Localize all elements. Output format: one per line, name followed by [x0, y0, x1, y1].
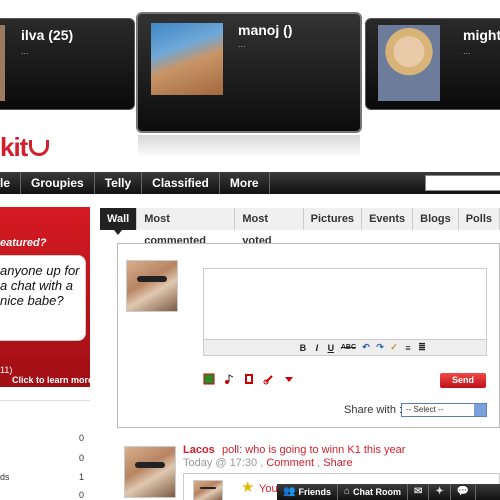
user-avatar: [126, 260, 178, 312]
active-tab-caret-icon: [114, 230, 122, 235]
chat-room-button[interactable]: ⌂ Chat Room: [338, 484, 409, 500]
profile-name: ilva (25): [21, 27, 74, 43]
italic-button[interactable]: I: [313, 343, 321, 353]
profile-name: manoj (): [238, 22, 293, 38]
tab-polls[interactable]: Polls: [458, 208, 500, 230]
profile-name: mighty: [463, 27, 500, 43]
nav-item-classified[interactable]: Classified: [142, 172, 220, 194]
tab-most-commented[interactable]: Most commented: [137, 208, 236, 247]
search-input[interactable]: [425, 175, 500, 191]
promo-title: eatured?: [0, 237, 47, 249]
chat-bar: 👥 Friends ⌂ Chat Room ✉ ✦ 💬: [277, 484, 500, 500]
share-with-label: Share with :: [344, 404, 403, 416]
learn-more-link[interactable]: Click to learn more: [12, 375, 93, 385]
post-editor[interactable]: [203, 268, 487, 340]
star-icon: ★: [241, 479, 255, 496]
home-icon: ⌂: [343, 486, 351, 497]
mail-icon: ✉: [414, 486, 423, 497]
content-tabs: Wall Most commented Most voted Pictures …: [100, 208, 500, 247]
site-logo[interactable]: kit: [0, 132, 50, 163]
stats-list: 0 0 ds 1 0: [0, 400, 90, 500]
stat-label: ds: [0, 472, 10, 482]
post-author[interactable]: Lacos: [183, 444, 215, 456]
stat-count: 0: [78, 433, 84, 443]
profile-photo: [151, 23, 223, 95]
strikethrough-button[interactable]: ABC: [341, 344, 356, 351]
attachment-row: [203, 373, 295, 385]
card-reflection: [138, 135, 360, 157]
share-with-select[interactable]: -- Select --: [401, 403, 487, 417]
undo-icon[interactable]: ↶: [362, 342, 370, 353]
music-icon[interactable]: [223, 373, 235, 385]
stat-row[interactable]: ds 1: [0, 472, 84, 482]
profile-card-ilva[interactable]: ilva (25) ...: [0, 18, 135, 110]
post-body: poll: who is going to winn K1 this year: [222, 444, 406, 456]
video-icon[interactable]: [243, 373, 255, 385]
chat-bubble-icon: 💬: [456, 486, 470, 497]
friends-icon: 👥: [283, 486, 296, 497]
profile-sub: ...: [21, 46, 29, 56]
profile-photo: [0, 25, 5, 101]
share-link[interactable]: Share: [323, 457, 352, 469]
spellcheck-icon[interactable]: ✓: [390, 342, 398, 353]
profile-sub: ...: [463, 46, 471, 56]
underline-button[interactable]: U: [327, 343, 335, 353]
bullet-list-icon[interactable]: ≡: [404, 343, 412, 353]
promo-count: 11): [0, 365, 13, 375]
profile-card-mighty[interactable]: mighty ...: [365, 18, 500, 110]
chat-bubble-button[interactable]: 💬: [451, 484, 477, 500]
megaphone-icon: ✦: [435, 486, 444, 497]
chat-room-label: Chat Room: [353, 487, 402, 497]
tab-pictures[interactable]: Pictures: [303, 208, 363, 230]
chevron-down-icon[interactable]: [283, 373, 295, 385]
post-author-avatar[interactable]: [124, 446, 176, 498]
send-button[interactable]: Send: [440, 373, 486, 388]
post-meta: Today @ 17:30 , Comment , Share: [183, 457, 353, 469]
tab-most-voted[interactable]: Most voted: [235, 208, 304, 247]
link-icon[interactable]: [263, 373, 275, 385]
logo-mark-icon: [29, 140, 50, 156]
bold-button[interactable]: B: [299, 343, 307, 353]
stat-count: 1: [78, 472, 84, 482]
stat-count: 0: [78, 490, 84, 500]
friends-label: Friends: [298, 487, 331, 497]
profile-sub: ...: [238, 39, 246, 49]
comment-avatar[interactable]: [193, 480, 223, 500]
tab-wall[interactable]: Wall: [100, 208, 138, 230]
promo-text: anyone up for a chat with a nice babe?: [0, 263, 80, 308]
notifications-button[interactable]: ✦: [429, 484, 451, 500]
profile-card-manoj[interactable]: manoj () ...: [136, 12, 362, 133]
nav-item-le[interactable]: le: [0, 172, 22, 194]
post-time: Today @ 17:30: [183, 457, 258, 469]
featured-promo[interactable]: eatured? anyone up for a chat with a nic…: [0, 207, 90, 387]
nav-item-groupies[interactable]: Groupies: [21, 172, 95, 194]
tab-blogs[interactable]: Blogs: [413, 208, 459, 230]
redo-icon[interactable]: ↷: [376, 342, 384, 353]
nav-item-more[interactable]: More: [220, 172, 270, 194]
image-icon[interactable]: [203, 373, 215, 385]
editor-toolbar: B I U ABC ↶ ↷ ✓ ≡ ≣: [203, 340, 487, 356]
comment-link[interactable]: Comment: [266, 457, 314, 469]
tab-events[interactable]: Events: [362, 208, 414, 230]
comment-text: You: [259, 483, 278, 495]
profile-photo: [378, 25, 440, 101]
profile-carousel[interactable]: ilva (25) ... manoj () ... mighty ... ki…: [0, 0, 500, 165]
nav-item-telly[interactable]: Telly: [95, 172, 143, 194]
logo-text: kit: [0, 132, 28, 162]
mail-button[interactable]: ✉: [408, 484, 430, 500]
stat-count: 0: [78, 453, 84, 463]
main-navbar: le Groupies Telly Classified More: [0, 172, 500, 194]
numbered-list-icon[interactable]: ≣: [418, 342, 426, 353]
friends-button[interactable]: 👥 Friends: [277, 484, 338, 500]
